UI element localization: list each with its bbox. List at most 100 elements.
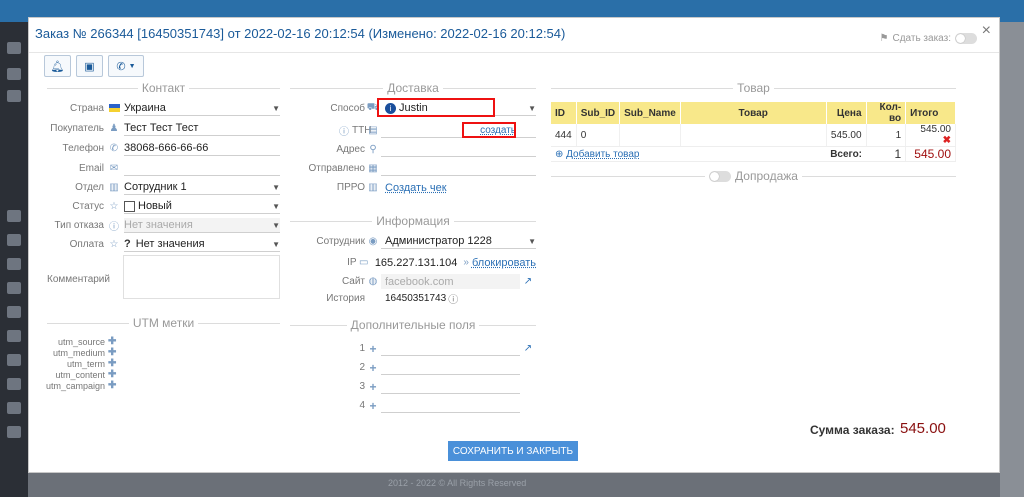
- payment-select[interactable]: ? Нет значения ▼: [124, 237, 280, 252]
- users-icon[interactable]: [7, 234, 21, 246]
- plus-icon[interactable]: +: [365, 361, 381, 375]
- star-icon: ☆: [109, 239, 119, 250]
- history-row: История 16450351743 ⓘ: [326, 291, 459, 306]
- box-icon[interactable]: [7, 90, 21, 102]
- email-input[interactable]: [124, 161, 280, 176]
- address-input[interactable]: [381, 142, 536, 157]
- file-icon[interactable]: [7, 306, 21, 318]
- extra-field-input[interactable]: [381, 379, 520, 394]
- plus-icon[interactable]: +: [365, 399, 381, 413]
- delivery-legend: Доставка: [290, 81, 537, 95]
- block-ip-link[interactable]: блокировать: [472, 257, 536, 269]
- link-icon[interactable]: [7, 426, 21, 438]
- order-sum-label: Сумма заказа:: [810, 423, 895, 437]
- phone-input[interactable]: 38068-666-66-66: [124, 141, 280, 156]
- message-button[interactable]: ▣: [76, 55, 103, 77]
- extra-field-row: 1 + ↗: [290, 340, 536, 357]
- extra-field-input[interactable]: [381, 398, 520, 413]
- reject-type-select[interactable]: Нет значения ▼: [124, 218, 280, 233]
- department-select[interactable]: Сотрудник 1 ▼: [124, 180, 280, 195]
- goods-legend: Товар: [551, 81, 956, 95]
- utm-item: utm_campaign ✚: [45, 380, 117, 391]
- utm-legend: UTM метки: [47, 316, 280, 330]
- buyer-input[interactable]: Тест Тест Тест: [124, 121, 280, 136]
- utm-item: utm_term ✚: [66, 358, 117, 369]
- upsell-legend: Допродажа: [551, 169, 956, 183]
- site-row: Сайт ◍ facebook.com ↗: [290, 273, 536, 290]
- plus-circle-icon[interactable]: ⊕: [555, 149, 563, 160]
- info-icon[interactable]: [7, 402, 21, 414]
- extra-field-row: 4 +: [290, 397, 536, 414]
- caret-down-icon: ▼: [272, 239, 280, 249]
- ip-row: IP ▭ 165.227.131.104 » блокировать: [347, 256, 536, 269]
- extra-field-input[interactable]: [381, 341, 520, 356]
- app-sidebar: [0, 22, 28, 497]
- extra-field-row: 2 +: [290, 359, 536, 376]
- status-select[interactable]: Новый ▼: [124, 199, 280, 214]
- hand-over-label: Сдать заказ:: [892, 33, 951, 44]
- plus-icon[interactable]: ✚: [108, 336, 116, 347]
- external-link-icon[interactable]: ↗: [520, 343, 536, 354]
- plus-icon[interactable]: +: [365, 342, 381, 356]
- upsell-toggle[interactable]: [709, 170, 732, 182]
- extra-fields-legend: Дополнительные поля: [290, 318, 537, 332]
- site-input[interactable]: facebook.com: [381, 274, 520, 289]
- info-circle-icon[interactable]: ⓘ: [448, 291, 458, 306]
- highlight-create-ttn: [462, 122, 516, 138]
- extra-field-input[interactable]: [381, 360, 520, 375]
- plus-icon[interactable]: ✚: [108, 358, 116, 369]
- contact-legend: Контакт: [47, 81, 280, 95]
- order-title: Заказ № 266344 [16450351743] от 2022-02-…: [35, 26, 566, 41]
- chart-icon[interactable]: [7, 330, 21, 342]
- info-circle-icon[interactable]: ⓘ: [290, 123, 352, 138]
- employee-select[interactable]: Администратор 1228 ▼: [381, 234, 536, 249]
- ukraine-flag-icon: [104, 103, 124, 115]
- document-icon: ▤: [368, 125, 378, 136]
- settings-icon[interactable]: [7, 354, 21, 366]
- external-link-icon[interactable]: ↗: [520, 276, 536, 287]
- document-icon[interactable]: [7, 282, 21, 294]
- caret-down-icon: ▼: [272, 220, 280, 230]
- app-footer: 2012 - 2022 © All Rights Reserved: [28, 472, 1000, 497]
- buyer-row: Покупатель ♟ Тест Тест Тест: [47, 120, 280, 137]
- person-icon: ♟: [109, 123, 119, 134]
- toolbar: 🔔︎ ▣ ✆ ▼: [44, 55, 144, 77]
- cart-icon[interactable]: [7, 68, 21, 80]
- plus-icon[interactable]: ✚: [108, 380, 116, 391]
- utm-item: utm_content ✚: [55, 369, 117, 380]
- message-icon: ▣: [84, 60, 95, 73]
- list-icon[interactable]: [7, 258, 21, 270]
- plus-icon[interactable]: +: [365, 380, 381, 394]
- employee-row: Сотрудник ◉ Администратор 1228 ▼: [316, 234, 536, 249]
- barcode-icon: ▥: [368, 182, 378, 193]
- delete-row-icon[interactable]: ✖: [943, 135, 951, 146]
- sent-date-input[interactable]: [381, 161, 536, 176]
- folder-icon[interactable]: [7, 210, 21, 222]
- comment-textarea[interactable]: [123, 255, 280, 299]
- question-mark-icon: ?: [124, 238, 131, 250]
- close-icon[interactable]: ×: [982, 22, 991, 40]
- payment-row: Оплата ☆ ? Нет значения ▼: [69, 237, 280, 252]
- call-dropdown-button[interactable]: ✆ ▼: [108, 55, 144, 77]
- envelope-icon: ✉: [109, 163, 119, 174]
- email-row: Email ✉: [47, 160, 280, 177]
- phone-icon: ✆: [109, 143, 119, 154]
- caret-down-icon: ▼: [272, 201, 280, 211]
- hand-over-toggle[interactable]: [955, 33, 977, 44]
- title-divider: [29, 52, 999, 53]
- monitor-icon[interactable]: [7, 42, 21, 54]
- caret-down-icon: ▼: [272, 182, 280, 192]
- caret-down-icon: ▼: [272, 103, 280, 113]
- create-receipt-link[interactable]: Создать чек: [385, 182, 447, 194]
- question-icon: ⓘ: [109, 222, 119, 233]
- plus-icon[interactable]: ✚: [108, 369, 116, 380]
- bell-button[interactable]: 🔔︎: [44, 55, 71, 77]
- gear-icon[interactable]: [7, 378, 21, 390]
- address-row: Адрес ⚲: [290, 141, 536, 158]
- map-marker-icon: ⚲: [369, 144, 377, 155]
- goods-table: ID Sub_ID Sub_Name Товар Цена Кол-во Ито…: [551, 102, 956, 162]
- save-and-close-button[interactable]: СОХРАНИТЬ И ЗАКРЫТЬ: [448, 441, 578, 461]
- country-select[interactable]: Украина ▼: [124, 101, 280, 116]
- plus-icon[interactable]: ✚: [108, 347, 116, 358]
- add-product-link[interactable]: Добавить товар: [566, 149, 639, 160]
